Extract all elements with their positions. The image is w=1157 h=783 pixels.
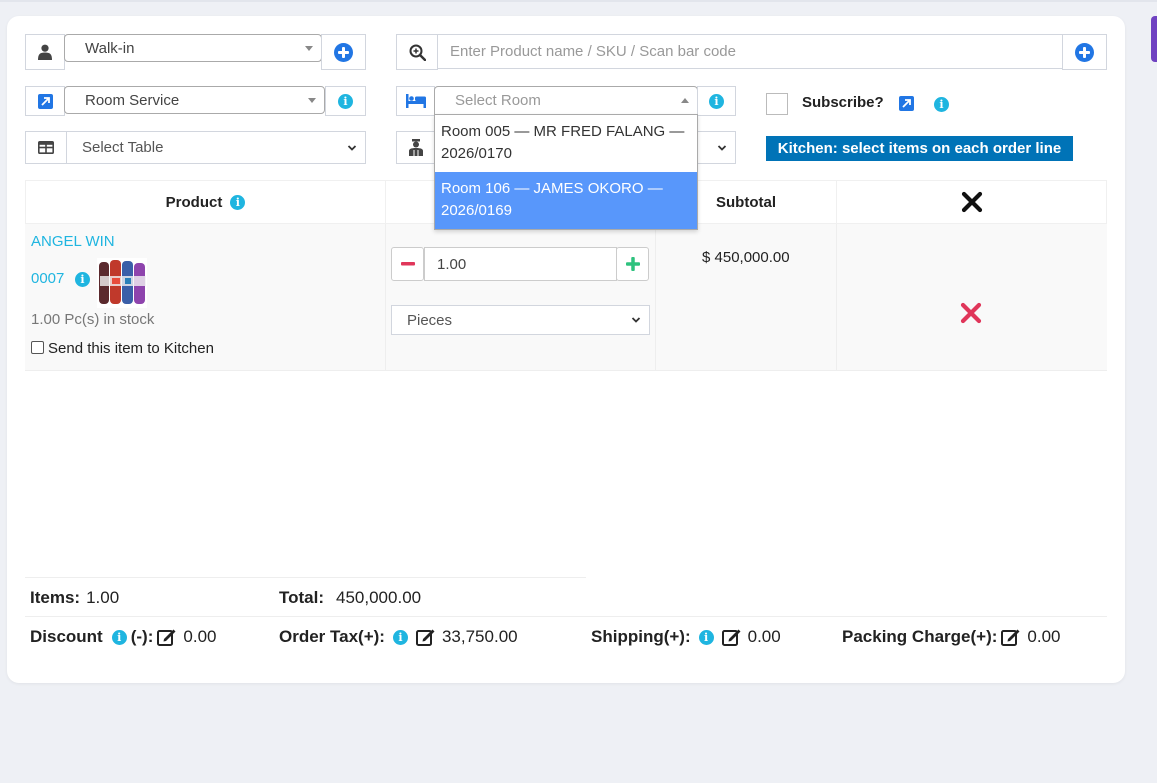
- edit-icon[interactable]: [721, 628, 742, 646]
- info-icon[interactable]: i: [698, 629, 714, 645]
- decrease-quantity-button[interactable]: [391, 247, 424, 281]
- user-icon: [25, 34, 65, 70]
- shipping-value: 0.00: [747, 627, 781, 646]
- subscribe-label: Subscribe?: [802, 94, 884, 111]
- room-option-highlighted[interactable]: Room 106 — JAMES OKORO — 2026/0169: [435, 172, 697, 229]
- room-option-label: Room 106 — JAMES OKORO — 2026/0169: [441, 180, 663, 219]
- grand-total: Total: 450,000.00: [279, 588, 421, 608]
- room-dropdown: Room 005 — MR FRED FALANG — 2026/0170 Ro…: [434, 114, 698, 230]
- chevron-down-icon: [347, 144, 357, 151]
- discount-suffix: (-):: [130, 627, 154, 646]
- items-total: Items: 1.00: [30, 588, 119, 608]
- items-label: Items:: [30, 588, 81, 607]
- product-column-header: Product i: [25, 180, 386, 224]
- edit-icon[interactable]: [157, 628, 177, 646]
- increase-quantity-button[interactable]: [616, 247, 649, 281]
- external-link-icon: [25, 86, 65, 116]
- total-label: Total:: [279, 588, 325, 607]
- product-search-input[interactable]: Enter Product name / SKU / Scan bar code: [437, 34, 1063, 69]
- subscribe-link-icon[interactable]: [899, 96, 914, 116]
- discount-label: Discount: [30, 627, 103, 646]
- product-sku-link[interactable]: 0007: [31, 270, 64, 287]
- stock-text: 1.00 Pc(s) in stock: [31, 311, 155, 328]
- packing-label: Packing Charge(+):: [842, 627, 998, 646]
- subscribe-info-icon[interactable]: i: [934, 95, 949, 113]
- info-icon: i: [709, 93, 724, 109]
- packing-value: 0.00: [1027, 627, 1061, 646]
- service-type-selected: Room Service: [85, 91, 180, 109]
- customer-select[interactable]: Walk-in: [64, 34, 322, 62]
- info-icon[interactable]: i: [230, 194, 246, 210]
- table-selected: Select Table: [82, 139, 164, 156]
- room-info-button[interactable]: i: [697, 86, 736, 116]
- customer-selected: Walk-in: [85, 39, 135, 57]
- chevron-up-icon: [681, 97, 689, 103]
- info-icon[interactable]: i: [392, 629, 408, 645]
- product-name-link[interactable]: ANGEL WIN: [31, 233, 115, 250]
- edit-icon[interactable]: [415, 628, 436, 646]
- plus-circle-icon: [1075, 42, 1094, 62]
- side-tab-edge[interactable]: [1151, 16, 1157, 62]
- tax-label: Order Tax(+):: [279, 627, 385, 646]
- service-type-info-button[interactable]: i: [325, 86, 366, 116]
- product-header-label: Product: [165, 193, 223, 211]
- kitchen-checkbox[interactable]: [31, 341, 44, 354]
- discount-row: Discount i (-): 0.00: [30, 627, 216, 647]
- search-icon: [396, 34, 438, 70]
- info-icon: i: [338, 93, 353, 109]
- pos-form-card: Walk-in Enter Product name / SKU / Scan …: [7, 16, 1125, 683]
- plus-circle-icon: [334, 42, 353, 62]
- table-grid-icon: [25, 131, 67, 164]
- room-select[interactable]: Select Room: [434, 86, 698, 115]
- close-icon: [960, 302, 982, 324]
- kitchen-badge: Kitchen: select items on each order line: [766, 136, 1073, 161]
- unit-select[interactable]: Pieces: [391, 305, 650, 335]
- add-customer-button[interactable]: [321, 34, 366, 70]
- product-info-icon[interactable]: i: [75, 270, 90, 288]
- quantity-value: 1.00: [437, 255, 467, 273]
- top-strip: [0, 0, 1157, 2]
- chevron-down-icon: [631, 317, 641, 323]
- add-product-button[interactable]: [1062, 34, 1107, 70]
- total-value: 450,000.00: [336, 588, 422, 607]
- packing-charge-row: Packing Charge(+): 0.00: [842, 627, 1061, 647]
- shipping-row: Shipping(+): i 0.00: [591, 627, 781, 647]
- items-value: 1.00: [86, 588, 120, 607]
- bed-icon: [396, 86, 435, 116]
- table-select[interactable]: Select Table: [66, 131, 366, 164]
- chevron-down-icon: [305, 46, 313, 51]
- divider: [25, 577, 586, 578]
- product-thumbnail: [97, 258, 147, 308]
- quantity-input[interactable]: 1.00: [424, 247, 617, 281]
- product-search-placeholder: Enter Product name / SKU / Scan bar code: [450, 43, 736, 60]
- chevron-down-icon: [308, 98, 316, 103]
- plus-icon: [625, 257, 640, 271]
- divider: [25, 616, 1107, 617]
- shipping-label: Shipping(+):: [591, 627, 691, 646]
- close-icon: [961, 191, 982, 213]
- order-tax-row: Order Tax(+): i 33,750.00: [279, 627, 518, 647]
- chevron-down-icon: [717, 144, 727, 151]
- kitchen-checkbox-label: Send this item to Kitchen: [48, 340, 214, 357]
- discount-value: 0.00: [183, 627, 217, 646]
- info-icon[interactable]: i: [111, 629, 127, 645]
- remove-all-header[interactable]: [836, 180, 1107, 224]
- subscribe-checkbox[interactable]: [766, 93, 788, 115]
- waiter-icon: [396, 131, 435, 164]
- service-type-select[interactable]: Room Service: [64, 86, 325, 114]
- room-placeholder: Select Room: [455, 92, 541, 109]
- minus-icon: [400, 262, 415, 266]
- row-subtotal: $ 450,000.00: [702, 249, 790, 266]
- edit-icon[interactable]: [1001, 628, 1021, 646]
- room-option-label: Room 005 — MR FRED FALANG — 2026/0170: [441, 123, 685, 162]
- room-option[interactable]: Room 005 — MR FRED FALANG — 2026/0170: [435, 115, 697, 172]
- remove-row-button[interactable]: [960, 302, 982, 329]
- unit-selected: Pieces: [407, 311, 453, 329]
- tax-value: 33,750.00: [441, 627, 518, 646]
